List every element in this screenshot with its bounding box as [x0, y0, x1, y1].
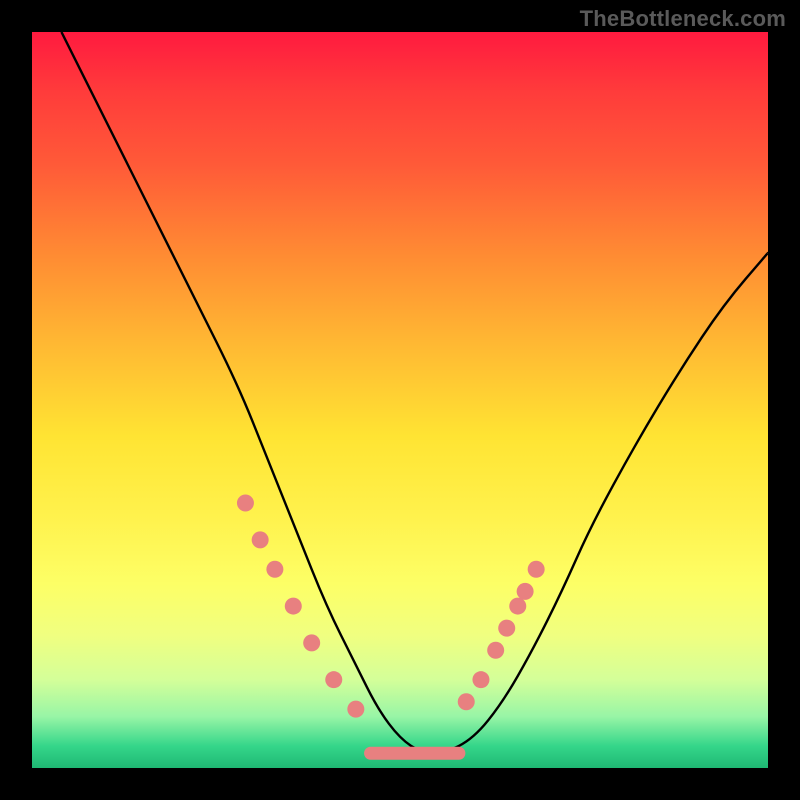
- marker-dot: [458, 693, 475, 710]
- marker-dot: [498, 620, 515, 637]
- chart-frame: TheBottleneck.com: [0, 0, 800, 800]
- attribution-text: TheBottleneck.com: [580, 6, 786, 32]
- chart-svg: [32, 32, 768, 768]
- bottleneck-curve: [61, 32, 768, 753]
- marker-dot: [528, 561, 545, 578]
- marker-dot: [266, 561, 283, 578]
- marker-dot: [252, 531, 269, 548]
- marker-dot: [472, 671, 489, 688]
- marker-group: [237, 495, 545, 718]
- marker-dot: [347, 701, 364, 718]
- marker-dot: [303, 634, 320, 651]
- marker-dot: [517, 583, 534, 600]
- plot-area: [32, 32, 768, 768]
- marker-dot: [237, 495, 254, 512]
- marker-dot: [285, 598, 302, 615]
- marker-dot: [487, 642, 504, 659]
- marker-dot: [325, 671, 342, 688]
- marker-dot: [509, 598, 526, 615]
